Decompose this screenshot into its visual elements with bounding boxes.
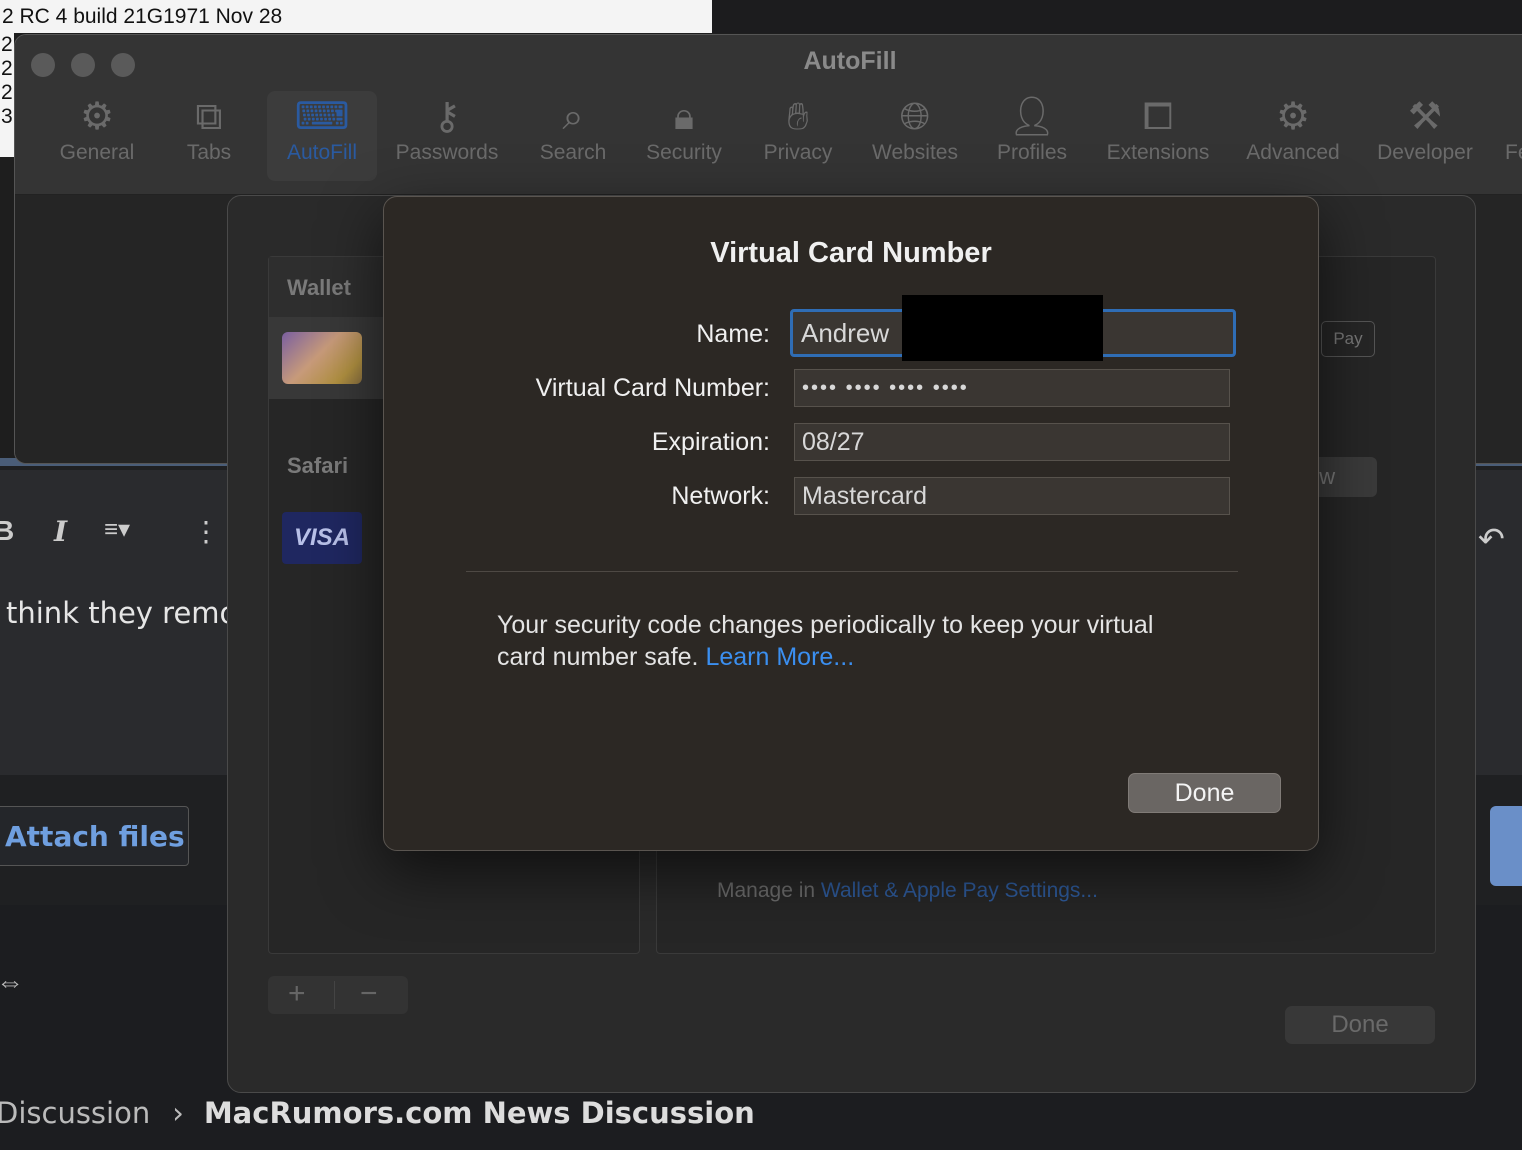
tab-general[interactable]: ⚙ General [55, 93, 139, 165]
tab-label: Security [646, 141, 722, 164]
virtual-card-number-label: Virtual Card Number: [535, 374, 770, 402]
tab-label: Developer [1377, 141, 1473, 164]
tab-label: Search [539, 141, 607, 164]
italic-icon[interactable]: I [54, 515, 67, 548]
expiration-label: Expiration: [651, 428, 770, 456]
gear-icon: ⚙ [79, 96, 115, 138]
editor-toolbar: B I ≡▾ ⋮ [0, 505, 230, 565]
sheet-done-button[interactable]: Done [1285, 1006, 1435, 1044]
key-icon: ⚷ [433, 96, 461, 138]
wallet-settings-link[interactable]: Wallet & Apple Pay Settings... [821, 879, 1098, 902]
gears-icon: ⚙ [1275, 96, 1311, 138]
apple-pay-badge: Pay [1321, 321, 1375, 357]
link-icon[interactable]: ⇔ [0, 966, 24, 998]
tabs-icon: ⧉ [195, 96, 223, 138]
virtual-card-dialog: Virtual Card Number Name: Andrew Virtual… [383, 196, 1319, 851]
flag-icon [1505, 93, 1522, 141]
tab-profiles[interactable]: 👤︎ Profiles [991, 93, 1073, 165]
tab-label: Fe [1505, 141, 1522, 164]
virtual-card-number-field[interactable]: •••• •••• •••• •••• [794, 369, 1230, 407]
editor-text[interactable]: think they remo [6, 596, 228, 630]
tab-search[interactable]: ⌕ Search [533, 93, 613, 165]
tab-privacy[interactable]: ✋︎ Privacy [759, 93, 837, 165]
tab-label: Privacy [763, 141, 833, 164]
top-strip-dark [712, 0, 1522, 33]
remove-card-button[interactable]: − [360, 976, 378, 1012]
visa-card-icon[interactable]: VISA [282, 512, 362, 564]
breadcrumb-current[interactable]: MacRumors.com News Discussion [204, 1096, 755, 1130]
tools-icon: ⚒ [1407, 96, 1443, 138]
expiration-field[interactable]: 08/27 [794, 423, 1230, 461]
safari-section-header: Safari [287, 453, 349, 478]
done-button[interactable]: Done [1128, 773, 1281, 813]
network-field[interactable]: Mastercard [794, 477, 1230, 515]
tab-tabs[interactable]: ⧉ Tabs [175, 93, 243, 165]
security-note: Your security code changes periodically … [497, 609, 1197, 673]
side-tab-button[interactable] [1490, 806, 1522, 886]
search-icon: ⌕ [562, 96, 584, 138]
manage-prefix: Manage in [717, 879, 821, 902]
tab-advanced[interactable]: ⚙ Advanced [1241, 93, 1345, 165]
tab-label: Advanced [1246, 141, 1340, 164]
wallet-card-icon [282, 332, 362, 384]
window-title: AutoFill [803, 47, 897, 75]
manage-wallet-text: Manage in Wallet & Apple Pay Settings... [717, 879, 1098, 903]
tab-label: AutoFill [286, 141, 358, 164]
left-strip-line: 2 [1, 33, 13, 56]
tab-extensions[interactable]: ⧠ Extensions [1099, 93, 1217, 165]
more-options-icon[interactable]: ⋮ [192, 515, 220, 548]
puzzle-icon: ⧠ [1142, 96, 1174, 138]
tab-passwords[interactable]: ⚷ Passwords [389, 93, 505, 165]
keyboard-icon: ⌨ [294, 96, 350, 138]
add-card-button[interactable]: + [288, 976, 306, 1012]
tab-label: Extensions [1106, 141, 1210, 164]
breadcrumb: Discussion › MacRumors.com News Discussion [0, 1096, 755, 1130]
tab-label: General [59, 141, 135, 164]
tab-security[interactable]: 🔒︎ Security [639, 93, 729, 165]
breadcrumb-parent[interactable]: Discussion [0, 1096, 150, 1130]
left-strip: 2 2 2 3 [0, 33, 14, 157]
tab-developer[interactable]: ⚒ Developer [1371, 93, 1479, 165]
attach-files-button[interactable]: Attach files [0, 806, 189, 866]
control-divider [334, 981, 335, 1009]
dialog-divider [466, 571, 1238, 572]
tab-label: Profiles [996, 141, 1068, 164]
left-strip-line: 2 [1, 57, 13, 80]
tab-websites[interactable]: 🌐︎ Websites [865, 93, 965, 165]
add-remove-control: + − [268, 976, 408, 1014]
tab-autofill[interactable]: ⌨ AutoFill [277, 93, 367, 165]
network-label: Network: [671, 482, 770, 510]
bold-icon[interactable]: B [0, 515, 14, 547]
left-strip-line: 2 [1, 81, 13, 104]
tab-label: Websites [872, 141, 958, 164]
align-icon[interactable]: ≡▾ [104, 515, 130, 544]
breadcrumb-separator: › [172, 1096, 184, 1130]
tab-label: Passwords [395, 141, 499, 164]
name-label: Name: [696, 320, 770, 348]
dialog-title: Virtual Card Number [710, 237, 992, 269]
left-strip-line: 3 [1, 105, 13, 128]
globe-icon: 🌐︎ [899, 96, 931, 138]
lock-icon: 🔒︎ [673, 96, 695, 138]
learn-more-link[interactable]: Learn More... [705, 643, 854, 671]
tab-feature-flags[interactable]: Fe [1505, 93, 1522, 165]
person-icon: 👤︎ [1007, 96, 1057, 138]
tab-label: Tabs [186, 141, 232, 164]
top-strip: 2 RC 4 build 21G1971 Nov 28 [0, 0, 712, 33]
redaction-box [902, 295, 1103, 361]
undo-icon[interactable]: ↶ [1478, 520, 1505, 558]
hand-icon: ✋︎ [787, 96, 809, 138]
